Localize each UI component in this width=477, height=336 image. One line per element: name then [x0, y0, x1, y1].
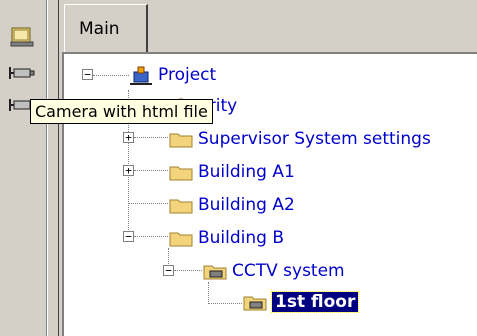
tree-node-label: Supervisor System settings: [198, 129, 431, 149]
tree-node-building-a1[interactable]: Building A1: [168, 160, 295, 184]
cctv-expander[interactable]: −: [163, 265, 174, 276]
camera-folder-icon: [203, 265, 227, 280]
camera-system-icon: [130, 66, 152, 85]
tree-node-supervisor-settings[interactable]: Supervisor System settings: [168, 127, 431, 151]
tree-node-label-selected: 1st floor: [270, 291, 360, 313]
project-tree[interactable]: − + + − − Project urity Supervisor Syste…: [62, 52, 477, 336]
tree-node-building-b[interactable]: Building B: [168, 226, 284, 250]
root-expander[interactable]: −: [82, 69, 93, 80]
panel-splitter[interactable]: [47, 0, 59, 336]
tree-node-cctv-system[interactable]: CCTV system: [202, 259, 345, 283]
tree-node-label: Project: [158, 65, 217, 85]
building-a1-expander[interactable]: +: [123, 165, 134, 176]
tree-node-1st-floor[interactable]: 1st floor: [242, 290, 360, 314]
tab-strip: Main: [60, 0, 477, 52]
tree-node-project[interactable]: Project: [128, 63, 216, 87]
supervisor-expander[interactable]: +: [123, 132, 134, 143]
tree-node-label: Building A2: [198, 195, 295, 215]
tab-main[interactable]: Main: [64, 4, 148, 52]
building-b-expander[interactable]: −: [123, 231, 134, 242]
left-toolbar: [0, 0, 47, 336]
camera-button[interactable]: [6, 58, 38, 88]
tooltip: Camera with html file: [30, 99, 213, 124]
folder-icon: [169, 232, 193, 247]
floorplan-icon: [10, 27, 34, 47]
folder-icon: [169, 133, 193, 148]
tree-node-label: Building B: [198, 228, 285, 248]
folder-icon: [169, 166, 193, 181]
tree-node-label: Building A1: [198, 162, 295, 182]
tree-node-building-a2[interactable]: Building A2: [168, 193, 295, 217]
camera-folder-icon: [243, 296, 267, 311]
tree-node-label: CCTV system: [232, 261, 345, 281]
floorplan-button[interactable]: [6, 22, 38, 52]
folder-icon: [169, 199, 193, 214]
camera-icon: [9, 67, 35, 79]
